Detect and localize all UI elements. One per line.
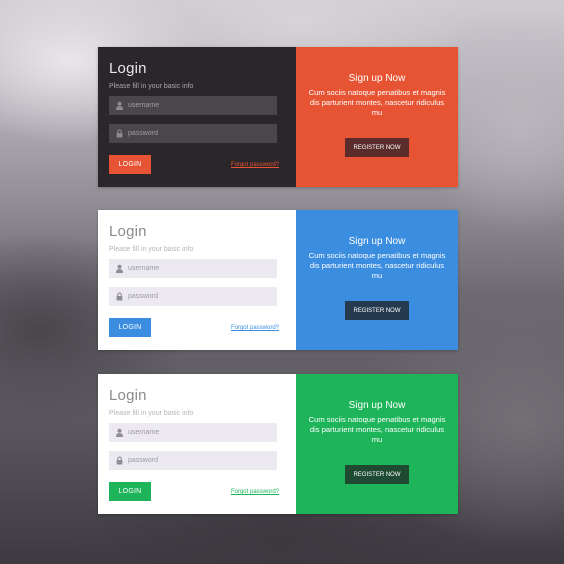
username-placeholder: username — [128, 429, 160, 436]
username-placeholder: username — [128, 265, 160, 272]
user-icon — [115, 264, 124, 273]
forgot-password-link[interactable]: Forgot password? — [231, 162, 279, 168]
user-icon — [115, 101, 124, 110]
register-now-button[interactable]: REGISTER NOW — [345, 301, 409, 320]
login-card-blue: Login Please fill in your basic info use… — [98, 210, 458, 350]
lock-icon — [115, 292, 124, 301]
signup-panel: Sign up Now Cum sociis natoque penatibus… — [296, 47, 458, 187]
forgot-password-link[interactable]: Forgot password? — [231, 325, 279, 331]
login-panel: Login Please fill in your basic info use… — [98, 210, 296, 350]
login-title: Login — [109, 223, 147, 240]
register-now-button[interactable]: REGISTER NOW — [345, 465, 409, 484]
username-placeholder: username — [128, 102, 160, 109]
login-button[interactable]: LOGIN — [109, 482, 151, 501]
password-field[interactable]: password — [109, 451, 277, 470]
login-card-dark: Login Please fill in your basic info use… — [98, 47, 458, 187]
login-card-green: Login Please fill in your basic info use… — [98, 374, 458, 514]
password-placeholder: password — [128, 293, 158, 300]
login-title: Login — [109, 387, 147, 404]
user-icon — [115, 428, 124, 437]
username-field[interactable]: username — [109, 423, 277, 442]
login-panel: Login Please fill in your basic info use… — [98, 374, 296, 514]
password-field[interactable]: password — [109, 124, 277, 143]
username-field[interactable]: username — [109, 259, 277, 278]
lock-icon — [115, 456, 124, 465]
password-placeholder: password — [128, 457, 158, 464]
signup-panel: Sign up Now Cum sociis natoque penatibus… — [296, 374, 458, 514]
signup-title: Sign up Now — [348, 73, 406, 84]
password-placeholder: password — [128, 130, 158, 137]
login-button[interactable]: LOGIN — [109, 155, 151, 174]
lock-icon — [115, 129, 124, 138]
signup-panel: Sign up Now Cum sociis natoque penatibus… — [296, 210, 458, 350]
password-field[interactable]: password — [109, 287, 277, 306]
login-panel: Login Please fill in your basic info use… — [98, 47, 296, 187]
signup-text: Cum sociis natoque penatibus et magnis d… — [308, 88, 446, 117]
login-subtitle: Please fill in your basic info — [109, 246, 194, 253]
signup-title: Sign up Now — [348, 236, 406, 247]
forgot-password-link[interactable]: Forgot password? — [231, 489, 279, 495]
signup-text: Cum sociis natoque penatibus et magnis d… — [308, 251, 446, 280]
login-subtitle: Please fill in your basic info — [109, 83, 194, 90]
login-subtitle: Please fill in your basic info — [109, 410, 194, 417]
username-field[interactable]: username — [109, 96, 277, 115]
signup-text: Cum sociis natoque penatibus et magnis d… — [308, 415, 446, 444]
register-now-button[interactable]: REGISTER NOW — [345, 138, 409, 157]
login-title: Login — [109, 60, 147, 77]
signup-title: Sign up Now — [348, 400, 406, 411]
login-button[interactable]: LOGIN — [109, 318, 151, 337]
